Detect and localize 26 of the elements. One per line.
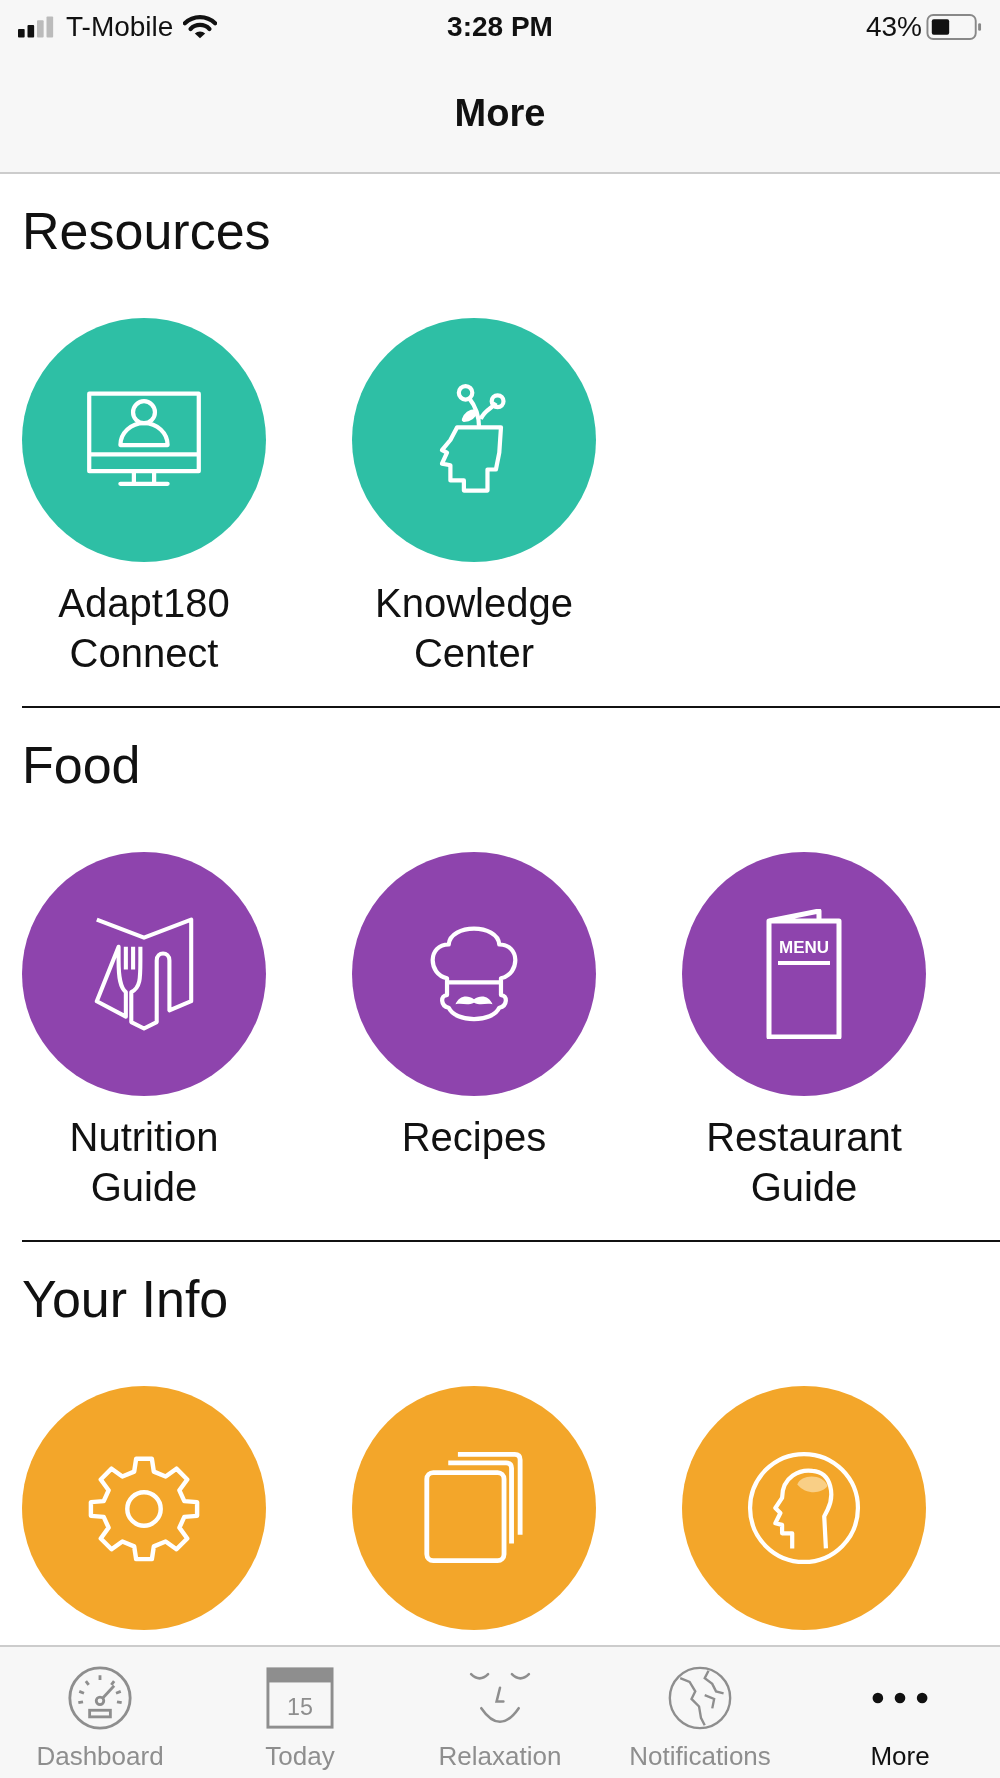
battery-percent: 43% <box>865 11 922 43</box>
globe-icon <box>666 1665 734 1731</box>
tab[interactable]: Relaxation <box>400 1647 600 1778</box>
tab[interactable]: Notifications <box>600 1647 800 1778</box>
shortcut-label: Nutrition Guide <box>68 1114 220 1211</box>
status-time: 3:28 PM <box>447 11 553 43</box>
shortcut-label: Recipes <box>400 1114 548 1161</box>
carrier-name: T-Mobile <box>66 11 174 43</box>
shortcut-label: Restaurant Guide <box>705 1114 903 1211</box>
battery-icon <box>926 13 982 41</box>
calendar-day: 15 <box>287 1694 313 1721</box>
shortcut-button[interactable]: MENU <box>682 852 926 1096</box>
shortcut-label: Knowledge Center <box>374 580 574 677</box>
tab[interactable]: More <box>800 1647 1000 1778</box>
tab[interactable]: Dashboard <box>0 1647 200 1778</box>
section-title: Resources <box>22 201 272 262</box>
nav-title: More <box>454 91 546 135</box>
shortcut-label: Adapt180 Connect <box>57 580 231 677</box>
menu-label: MENU <box>778 938 830 957</box>
section-title: Your Info <box>22 1269 230 1330</box>
gauge-icon <box>66 1665 134 1731</box>
wifi-icon <box>183 14 218 40</box>
signal-icon <box>18 16 56 38</box>
section-title: Food <box>22 735 142 796</box>
tab[interactable]: 15 Today <box>200 1647 400 1778</box>
head-brain-icon <box>745 1449 863 1567</box>
